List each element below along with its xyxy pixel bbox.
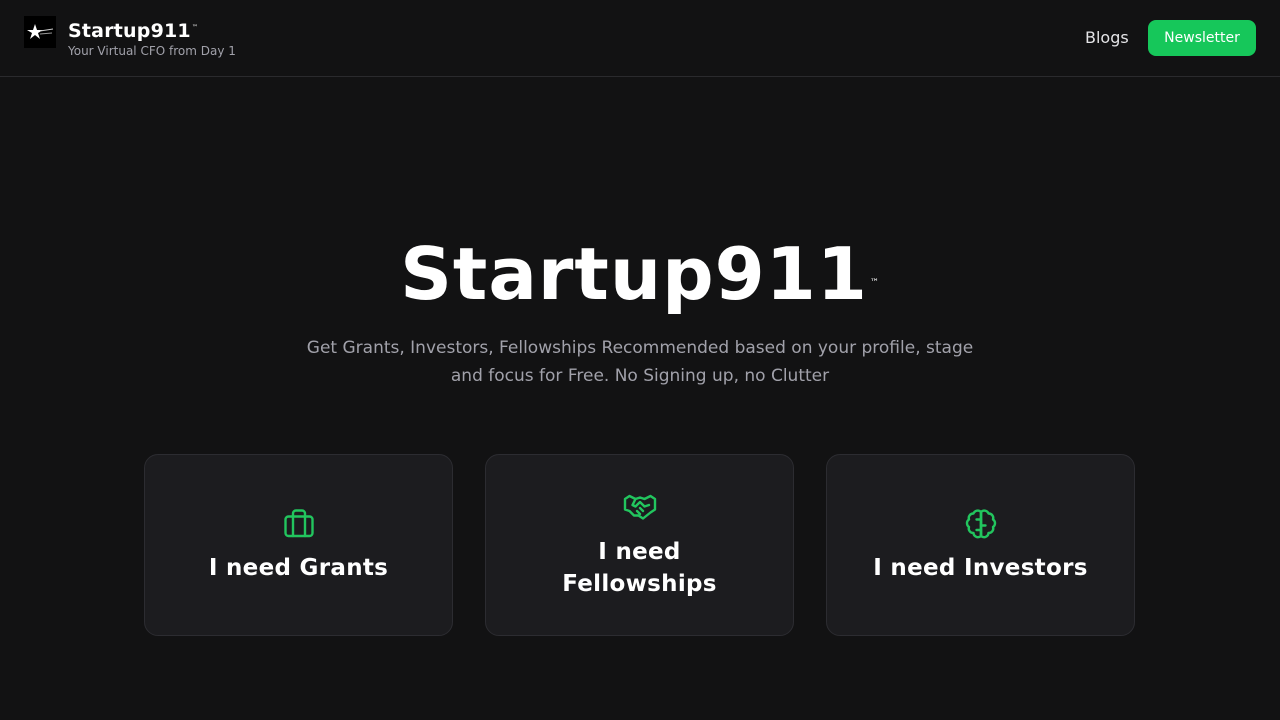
fellowships-card[interactable]: I need Fellowships [485,454,794,636]
hero-title-text: Startup911 [400,232,868,316]
brain-icon [963,506,999,542]
nav-link-blogs[interactable]: Blogs [1085,28,1129,47]
top-header: Startup911 ™ Your Virtual CFO from Day 1… [0,0,1280,77]
card-label: I need Investors [873,555,1088,581]
grants-card[interactable]: I need Grants [144,454,453,636]
trademark-mark: ™ [191,24,199,31]
brand-tagline: Your Virtual CFO from Day 1 [68,44,236,58]
briefcase-icon [281,506,317,542]
investors-card[interactable]: I need Investors [826,454,1135,636]
brand-title-text: Startup911 [68,20,191,42]
hero-subtitle: Get Grants, Investors, Fellowships Recom… [306,338,974,386]
card-label: I need Grants [208,555,389,581]
star-logo-icon[interactable] [24,16,56,48]
card-label: I need Fellowships [562,539,717,597]
hero-trademark-mark: ™ [869,278,880,288]
handshake-icon [622,490,658,526]
hero-title: Startup911 ™ [0,232,1280,316]
brand-title[interactable]: Startup911 ™ [68,20,198,42]
newsletter-button[interactable]: Newsletter [1148,20,1256,56]
